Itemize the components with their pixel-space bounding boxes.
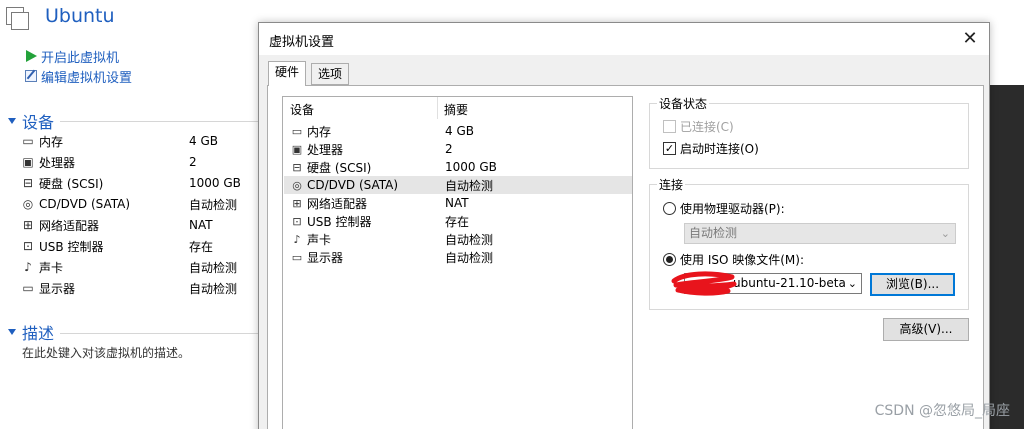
usb-icon: ⊡ xyxy=(292,214,302,228)
use-physical-drive-radio[interactable]: 使用物理驱动器(P): xyxy=(663,200,785,217)
edit-settings-icon xyxy=(24,69,38,83)
use-iso-image-label: 使用 ISO 映像文件(M): xyxy=(680,253,804,267)
dialog-titlebar: 虚拟机设置 ✕ xyxy=(259,23,989,55)
vm-device-row[interactable]: ⊡ USB 控制器 存在 xyxy=(20,236,260,256)
vm-device-row[interactable]: ◎ CD/DVD (SATA) 自动检测 xyxy=(20,194,260,214)
device-row-processor[interactable]: ▣ 处理器 2 xyxy=(284,140,632,158)
connected-checkbox[interactable]: 已连接(C) xyxy=(663,118,734,135)
vm-device-row[interactable]: ▭ 显示器 自动检测 xyxy=(20,278,260,298)
radio-selected-icon xyxy=(663,253,676,266)
power-on-vm-label: 开启此虚拟机 xyxy=(41,50,120,66)
description-section-label: 描述 xyxy=(22,324,55,343)
sound-card-icon: ♪ xyxy=(293,232,301,246)
display-icon: ▭ xyxy=(291,250,303,264)
device-list-header: 设备 摘要 xyxy=(283,97,632,119)
connection-label: 连接 xyxy=(657,176,686,193)
device-row-memory[interactable]: ▭ 内存 4 GB xyxy=(284,122,632,140)
background-window-edge xyxy=(990,85,1024,429)
iso-path-value: ubuntu-21.10-beta-l xyxy=(733,276,854,290)
network-adapter-icon: ⊞ xyxy=(292,196,302,210)
usb-icon: ⊡ xyxy=(22,239,34,253)
vm-icon xyxy=(6,7,30,31)
power-on-vm-link[interactable]: 开启此虚拟机 xyxy=(24,47,120,66)
connected-label: 已连接(C) xyxy=(680,120,734,134)
radio-unselected-icon xyxy=(663,202,676,215)
chevron-down-icon: ⌄ xyxy=(940,227,950,240)
devices-section-label: 设备 xyxy=(22,113,55,132)
vm-title: Ubuntu xyxy=(45,5,115,27)
watermark: CSDN @忽悠局_局座 xyxy=(874,403,1010,419)
edit-vm-settings-link[interactable]: 编辑虚拟机设置 xyxy=(24,67,133,86)
network-adapter-icon: ⊞ xyxy=(22,218,34,232)
harddisk-icon: ⊟ xyxy=(22,176,34,190)
dialog-title: 虚拟机设置 xyxy=(269,35,335,50)
display-icon: ▭ xyxy=(22,281,34,295)
connect-at-power-on-label: 启动时连接(O) xyxy=(680,142,759,156)
device-list[interactable]: 设备 摘要 ▭ 内存 4 GB ▣ 处理器 2 ⊟ 硬盘 (SCSI) 1000… xyxy=(282,96,633,429)
edit-vm-settings-label: 编辑虚拟机设置 xyxy=(41,70,133,86)
browse-button-label: 浏览(B)... xyxy=(885,277,940,291)
sound-card-icon: ♪ xyxy=(24,260,32,274)
vm-device-row[interactable]: ▭ 内存 4 GB xyxy=(20,131,260,151)
use-iso-image-radio[interactable]: 使用 ISO 映像文件(M): xyxy=(663,251,804,268)
memory-icon: ▭ xyxy=(291,124,303,138)
divider xyxy=(60,333,258,334)
iso-path-combobox[interactable]: ubuntu-21.10-beta-l ⌄ xyxy=(684,273,862,294)
cd-dvd-icon: ◎ xyxy=(292,178,302,192)
device-status-group: 设备状态 已连接(C) ✓ 启动时连接(O) xyxy=(649,95,969,169)
device-status-label: 设备状态 xyxy=(657,95,710,112)
connection-group: 连接 使用物理驱动器(P): 自动检测 ⌄ 使用 ISO 映像文件(M): ub… xyxy=(649,176,969,310)
divider xyxy=(60,121,258,122)
description-placeholder[interactable]: 在此处键入对该虚拟机的描述。 xyxy=(22,344,190,361)
browse-button[interactable]: 浏览(B)... xyxy=(870,273,955,296)
collapse-arrow-icon xyxy=(8,329,16,335)
advanced-button[interactable]: 高级(V)... xyxy=(883,318,969,341)
vm-device-row[interactable]: ♪ 声卡 自动检测 xyxy=(20,257,260,277)
tab-options-label: 选项 xyxy=(318,67,343,81)
play-icon xyxy=(24,49,38,63)
tab-hardware-label: 硬件 xyxy=(275,65,300,79)
device-row-display[interactable]: ▭ 显示器 自动检测 xyxy=(284,248,632,266)
memory-icon: ▭ xyxy=(22,134,34,148)
device-row-usb[interactable]: ⊡ USB 控制器 存在 xyxy=(284,212,632,230)
cd-dvd-icon: ◎ xyxy=(22,197,34,211)
collapse-arrow-icon xyxy=(8,118,16,124)
tab-options[interactable]: 选项 xyxy=(311,63,350,85)
connect-at-power-on-checkbox[interactable]: ✓ 启动时连接(O) xyxy=(663,140,759,157)
vm-device-row[interactable]: ⊞ 网络适配器 NAT xyxy=(20,215,260,235)
vm-settings-dialog: 虚拟机设置 ✕ 硬件 选项 设备 摘要 ▭ 内存 4 GB ▣ 处理器 2 ⊟ … xyxy=(258,22,990,429)
chevron-down-icon: ⌄ xyxy=(845,274,857,293)
column-divider xyxy=(437,97,438,119)
device-row-sound[interactable]: ♪ 声卡 自动检测 xyxy=(284,230,632,248)
processor-icon: ▣ xyxy=(22,155,34,169)
vm-device-row[interactable]: ⊟ 硬盘 (SCSI) 1000 GB xyxy=(20,173,260,193)
harddisk-icon: ⊟ xyxy=(292,160,302,174)
device-row-cd-dvd[interactable]: ◎ CD/DVD (SATA) 自动检测 xyxy=(284,176,632,194)
physical-drive-value: 自动检测 xyxy=(689,226,738,240)
physical-drive-select[interactable]: 自动检测 ⌄ xyxy=(684,223,956,244)
close-icon[interactable]: ✕ xyxy=(959,29,981,49)
device-row-network[interactable]: ⊞ 网络适配器 NAT xyxy=(284,194,632,212)
hardware-tab-panel: 设备 摘要 ▭ 内存 4 GB ▣ 处理器 2 ⊟ 硬盘 (SCSI) 1000… xyxy=(267,85,984,429)
description-section-header[interactable]: 描述 xyxy=(8,322,258,343)
advanced-button-label: 高级(V)... xyxy=(899,322,953,336)
device-row-harddisk[interactable]: ⊟ 硬盘 (SCSI) 1000 GB xyxy=(284,158,632,176)
use-physical-drive-label: 使用物理驱动器(P): xyxy=(680,202,785,216)
vm-device-row[interactable]: ▣ 处理器 2 xyxy=(20,152,260,172)
col-summary-header[interactable]: 摘要 xyxy=(444,101,468,118)
checkmark-icon: ✓ xyxy=(663,142,676,155)
tab-hardware[interactable]: 硬件 xyxy=(268,61,307,86)
col-device-header[interactable]: 设备 xyxy=(290,101,314,118)
processor-icon: ▣ xyxy=(291,142,303,156)
checkbox-unchecked-icon xyxy=(663,120,676,133)
